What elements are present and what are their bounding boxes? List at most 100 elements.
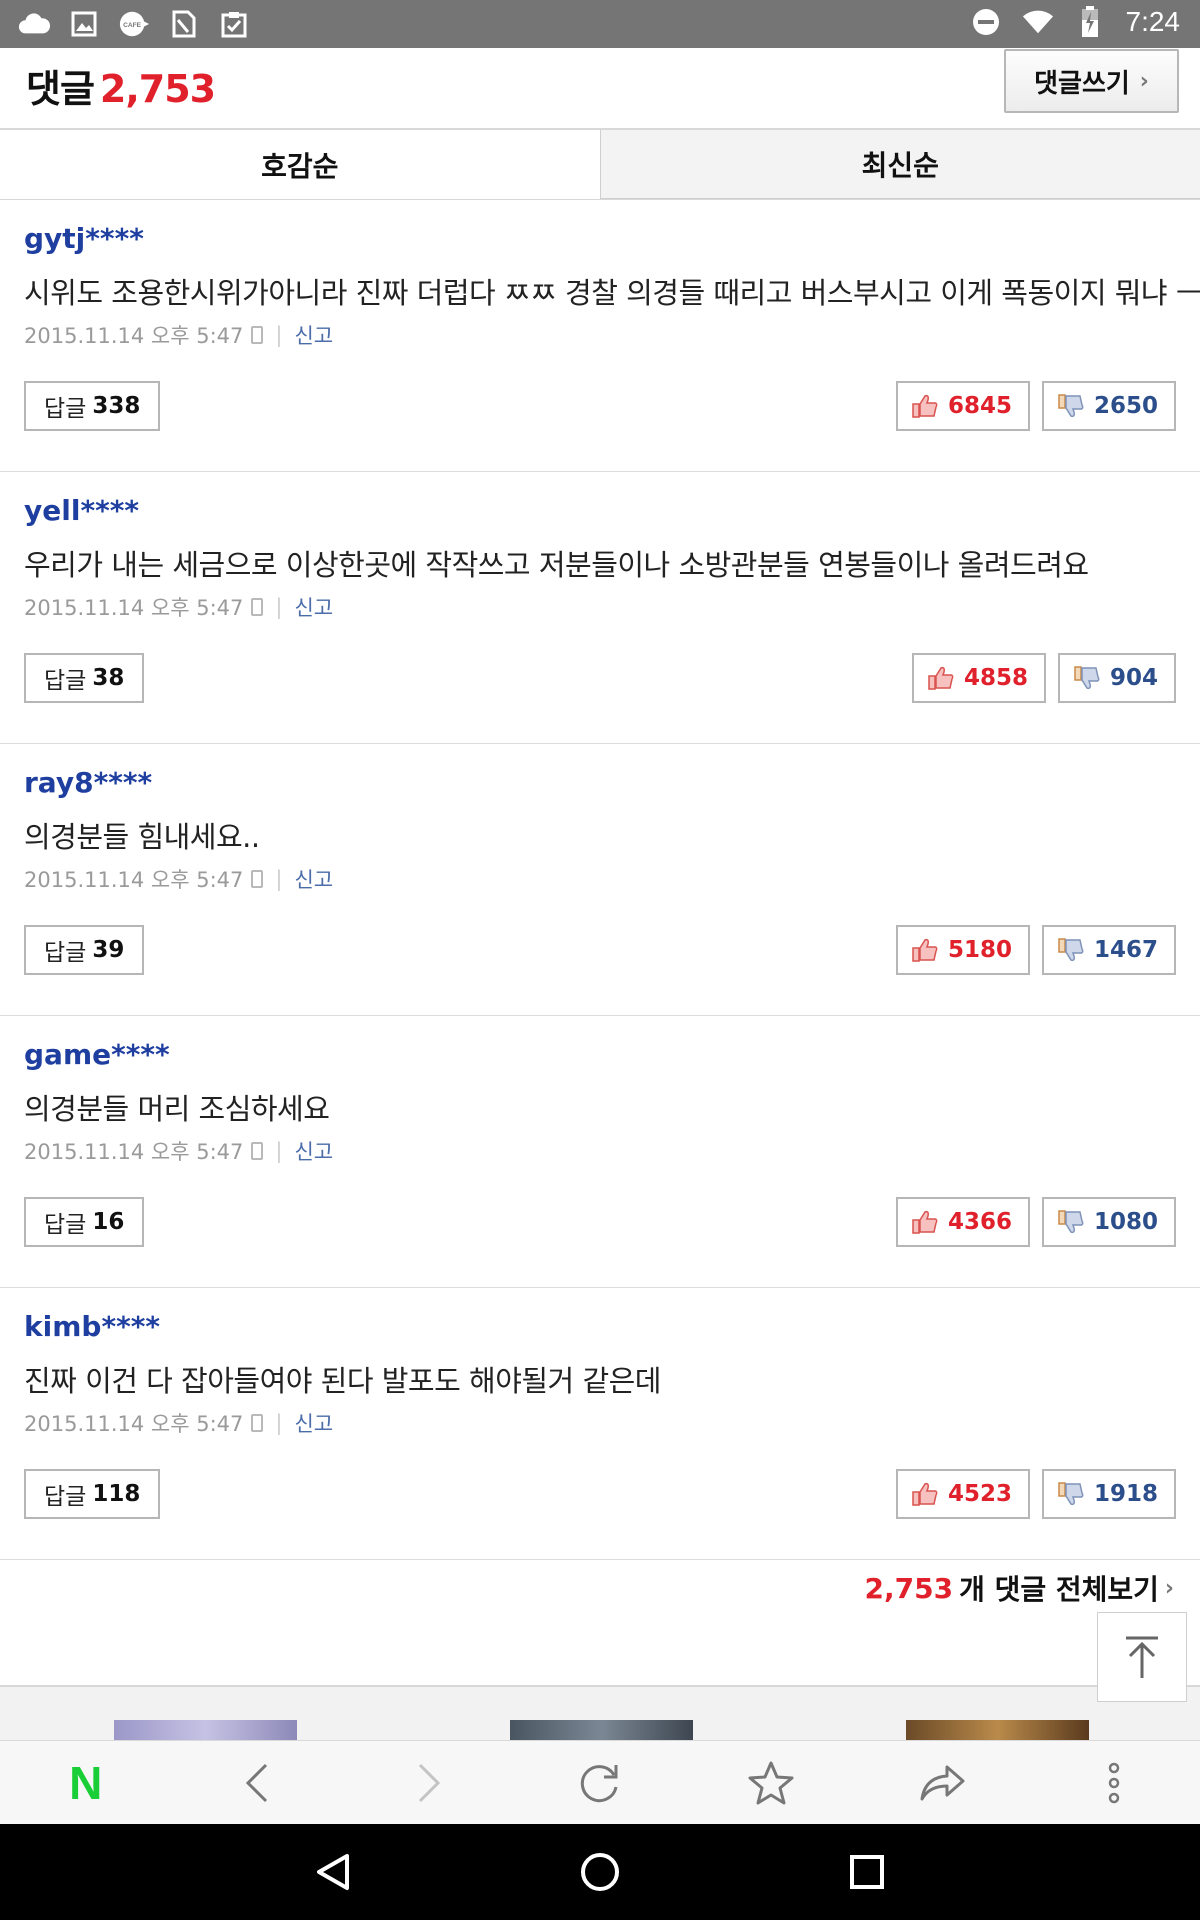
- meta-divider: |: [275, 867, 283, 891]
- dislike-button[interactable]: 1467: [1041, 925, 1176, 975]
- thumbs-up-icon: [912, 394, 938, 418]
- nav-back-button[interactable]: [293, 1832, 373, 1912]
- like-count: 4366: [947, 1209, 1012, 1235]
- tab-popular[interactable]: 호감순: [0, 130, 600, 199]
- comment-item: yell**** 우리가 내는 세금으로 이상한곳에 작작쓰고 저분들이나 소방관…: [0, 472, 1200, 744]
- report-link[interactable]: 신고: [294, 1408, 333, 1438]
- report-link[interactable]: 신고: [294, 320, 333, 350]
- system-nav-bar: [0, 1824, 1200, 1920]
- comment-username[interactable]: yell****: [24, 494, 139, 527]
- more-button[interactable]: [1074, 1743, 1154, 1823]
- thumbs-up-icon: [928, 666, 954, 690]
- like-count: 4858: [963, 665, 1028, 691]
- share-button[interactable]: [903, 1743, 983, 1823]
- mobile-phone-icon: [251, 1142, 264, 1160]
- thumbs-up-icon: [912, 1210, 938, 1234]
- back-button[interactable]: [217, 1743, 297, 1823]
- reply-count: 38: [92, 665, 125, 691]
- chevron-right-icon: ›: [1164, 1575, 1174, 1601]
- comment-item: ray8**** 의경분들 힘내세요.. 2015.11.14 오후 5:47 | 신고…: [0, 744, 1200, 1016]
- scroll-to-top-button[interactable]: [1097, 1612, 1187, 1702]
- reply-button[interactable]: 답글 118: [24, 1469, 161, 1519]
- vote-buttons: 4858 904: [911, 653, 1176, 703]
- comment-text: 우리가 내는 세금으로 이상한곳에 작작쓰고 저분들이나 소방관분들 연봉들이나…: [24, 548, 1089, 582]
- forward-button[interactable]: [389, 1743, 469, 1823]
- arrow-up-icon: [1126, 1636, 1158, 1678]
- like-button[interactable]: 4858: [911, 653, 1046, 703]
- like-button[interactable]: 5180: [895, 925, 1030, 975]
- naver-home-button[interactable]: N: [46, 1743, 126, 1823]
- refresh-icon: [580, 1764, 618, 1802]
- comment-text: 의경분들 머리 조심하세요: [24, 1092, 330, 1126]
- cloud-icon: [18, 8, 50, 40]
- report-link[interactable]: 신고: [294, 864, 333, 894]
- write-comment-button[interactable]: 댓글쓰기 ›: [1004, 49, 1179, 113]
- cafe-icon: CAFE: [118, 8, 150, 40]
- comment-date: 2015.11.14 오후 5:47: [24, 868, 244, 892]
- comment-count: 2,753: [99, 67, 216, 111]
- reply-button[interactable]: 답글 16: [24, 1197, 145, 1247]
- dislike-count: 1467: [1093, 937, 1158, 963]
- battery-icon: [1074, 6, 1106, 38]
- bookmark-button[interactable]: [731, 1743, 811, 1823]
- forward-icon: [418, 1763, 440, 1802]
- comment-date: 2015.11.14 오후 5:47: [24, 324, 244, 348]
- nav-recents-button[interactable]: [827, 1832, 907, 1912]
- meta-divider: |: [275, 323, 283, 347]
- related-thumbnail[interactable]: [114, 1720, 297, 1740]
- comment-text: 진짜 이건 다 잡아들여야 된다 발포도 해야될거 같은데: [24, 1364, 662, 1398]
- reply-label: 답글: [44, 668, 87, 694]
- write-comment-label: 댓글쓰기: [1034, 68, 1130, 99]
- related-thumbnail[interactable]: [510, 1720, 693, 1740]
- comment-username[interactable]: kimb****: [24, 1310, 160, 1343]
- meta-divider: |: [275, 595, 283, 619]
- sort-tabs: 호감순 최신순: [0, 130, 1200, 200]
- comment-item: kimb**** 진짜 이건 다 잡아들여야 된다 발포도 해야될거 같은데 201…: [0, 1288, 1200, 1560]
- thumbs-down-icon: [1058, 938, 1084, 962]
- back-icon: [246, 1763, 268, 1802]
- chevron-right-icon: ›: [1139, 68, 1149, 94]
- dislike-button[interactable]: 1918: [1041, 1469, 1176, 1519]
- sim-icon: [168, 8, 200, 40]
- comment-date: 2015.11.14 오후 5:47: [24, 1412, 244, 1436]
- refresh-button[interactable]: [560, 1743, 640, 1823]
- dislike-button[interactable]: 2650: [1041, 381, 1176, 431]
- thumbs-up-icon: [912, 938, 938, 962]
- view-all-comments-link[interactable]: 2,753 개 댓글 전체보기 ›: [865, 1568, 1174, 1608]
- comment-meta: 2015.11.14 오후 5:47 | 신고: [24, 1408, 333, 1438]
- comment-meta: 2015.11.14 오후 5:47 | 신고: [24, 592, 333, 622]
- tab-latest[interactable]: 최신순: [599, 130, 1200, 199]
- thumbs-down-icon: [1058, 1210, 1084, 1234]
- like-button[interactable]: 4366: [895, 1197, 1030, 1247]
- reply-button[interactable]: 답글 39: [24, 925, 145, 975]
- comment-username[interactable]: gytj****: [24, 222, 144, 255]
- image-icon: [68, 8, 100, 40]
- vote-buttons: 4366 1080: [895, 1197, 1176, 1247]
- view-all-label: 개 댓글 전체보기: [959, 1573, 1159, 1606]
- nav-home-button[interactable]: [560, 1832, 640, 1912]
- dislike-count: 2650: [1093, 393, 1158, 419]
- report-link[interactable]: 신고: [294, 1136, 333, 1166]
- like-count: 5180: [947, 937, 1012, 963]
- reply-count: 118: [92, 1481, 141, 1507]
- report-link[interactable]: 신고: [294, 592, 333, 622]
- nav-back-icon: [317, 1854, 350, 1890]
- reply-label: 답글: [44, 1484, 87, 1510]
- wifi-icon: [1022, 6, 1054, 38]
- reply-button[interactable]: 답글 338: [24, 381, 161, 431]
- related-thumbnail[interactable]: [906, 1720, 1089, 1740]
- thumbs-down-icon: [1074, 666, 1100, 690]
- dislike-button[interactable]: 1080: [1041, 1197, 1176, 1247]
- like-count: 6845: [947, 393, 1012, 419]
- comment-username[interactable]: game****: [24, 1038, 170, 1071]
- like-button[interactable]: 6845: [895, 381, 1030, 431]
- like-button[interactable]: 4523: [895, 1469, 1030, 1519]
- title-label: 댓글: [26, 67, 95, 111]
- bookmark-star-icon: [748, 1761, 794, 1804]
- dislike-button[interactable]: 904: [1057, 653, 1176, 703]
- reply-button[interactable]: 답글 38: [24, 653, 145, 703]
- meta-divider: |: [275, 1139, 283, 1163]
- comment-username[interactable]: ray8****: [24, 766, 152, 799]
- comment-item: game**** 의경분들 머리 조심하세요 2015.11.14 오후 5:47 |…: [0, 1016, 1200, 1288]
- dislike-count: 904: [1109, 665, 1158, 691]
